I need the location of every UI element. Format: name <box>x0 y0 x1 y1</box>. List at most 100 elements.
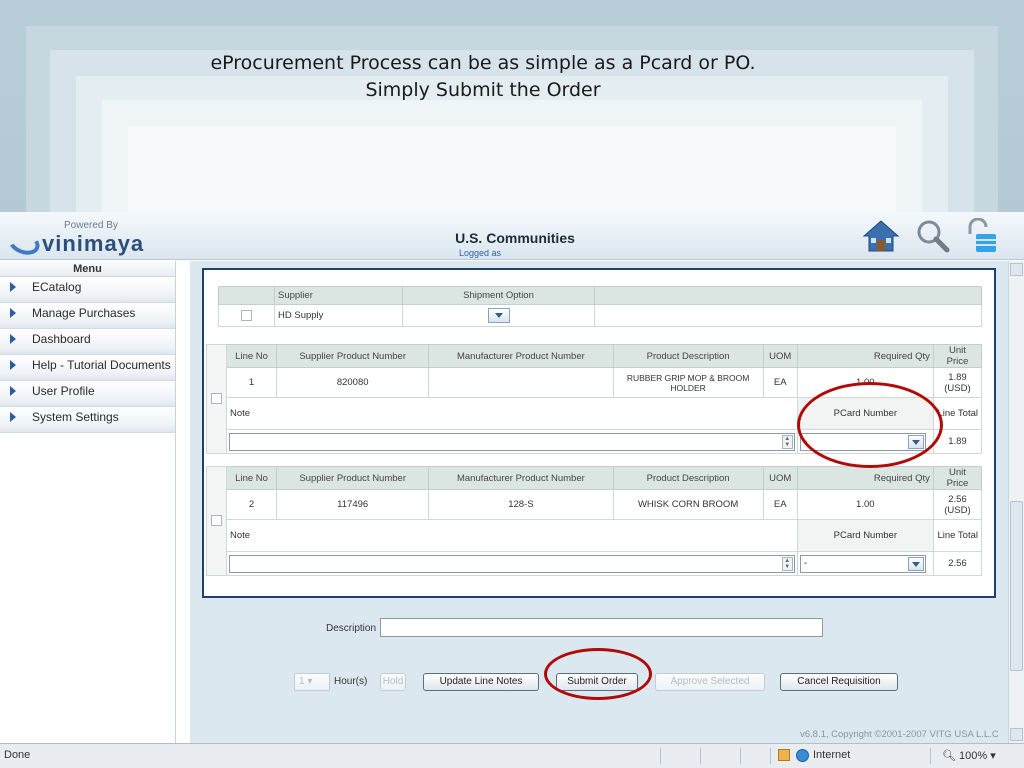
menu-item-help[interactable]: Help - Tutorial Documents <box>0 355 175 381</box>
supplier-header-blank <box>218 286 275 305</box>
logged-as-text: Logged as <box>458 248 502 258</box>
browser-window: Powered By vinimaya U.S. Communities Log… <box>0 212 1024 768</box>
unit-price-header: Unit Price <box>932 466 983 490</box>
annotation-circle-submit <box>544 648 652 700</box>
pcard-number-label: PCard Number <box>796 519 934 552</box>
update-line-notes-button[interactable]: Update Line Notes <box>423 673 539 691</box>
chevron-down-icon <box>907 556 924 571</box>
line-1-note-input[interactable]: ▲ ▼ <box>229 432 795 451</box>
required-qty: 1.00 <box>796 489 934 520</box>
line-checkbox-cell <box>205 344 228 454</box>
menu-item-user-profile[interactable]: User Profile <box>0 381 175 407</box>
app-header: Powered By vinimaya U.S. Communities Log… <box>0 212 1024 260</box>
logo-powered-by: Powered By <box>64 220 118 231</box>
hours-select[interactable]: 1 ▾ <box>294 673 330 691</box>
caption-line-1: eProcurement Process can be as simple as… <box>210 52 756 74</box>
description-header: Product Description <box>612 344 764 368</box>
menu-item-label: Dashboard <box>32 332 91 346</box>
uom-header: UOM <box>762 344 798 368</box>
unit-price: 2.56 (USD) <box>932 489 983 520</box>
required-qty-header: Required Qty <box>796 344 934 368</box>
menu-item-dashboard[interactable]: Dashboard <box>0 329 175 355</box>
line-no: 1 <box>226 367 278 398</box>
zoom-icon: 🔍︎ <box>942 750 956 762</box>
menu-item-label: System Settings <box>32 410 119 424</box>
menu-item-system-settings[interactable]: System Settings <box>0 407 175 433</box>
menu-item-manage-purchases[interactable]: Manage Purchases <box>0 303 175 329</box>
pcard-value: - <box>803 557 808 569</box>
manufacturer-pn-header: Manufacturer Product Number <box>428 466 614 490</box>
note-cell: ▲ ▼ <box>226 551 798 576</box>
arrow-right-icon <box>10 334 16 344</box>
line-checkbox-cell <box>205 466 228 576</box>
menu-item-label: Manage Purchases <box>32 306 136 320</box>
spinner-icon[interactable]: ▲ ▼ <box>781 556 793 571</box>
menu-item-ecatalog[interactable]: ECatalog <box>0 277 175 303</box>
annotation-circle-pcard <box>797 382 943 468</box>
left-menu: Menu ECatalog Manage Purchases Dashboard… <box>0 261 176 743</box>
cancel-requisition-button[interactable]: Cancel Requisition <box>780 673 898 691</box>
logo-wordmark: vinimaya <box>42 231 145 256</box>
line-2-checkbox[interactable] <box>211 515 222 527</box>
search-icon[interactable] <box>914 218 952 254</box>
status-divider <box>770 748 771 764</box>
supplier-header: Supplier <box>274 286 403 305</box>
zoom-control[interactable]: 🔍︎ 100% ▾ <box>942 749 996 762</box>
supplier-table: Supplier Shipment Option HD Supply <box>218 286 982 327</box>
note-label: Note <box>226 519 798 552</box>
supplier-product-number: 820080 <box>276 367 430 398</box>
status-divider <box>740 748 741 764</box>
supplier-name: HD Supply <box>274 304 403 327</box>
arrow-right-icon <box>10 412 16 422</box>
description-header: Product Description <box>612 466 764 490</box>
supplier-checkbox-cell <box>218 304 275 327</box>
status-divider <box>930 748 931 764</box>
hold-button[interactable]: Hold <box>380 673 406 691</box>
vinimaya-logo: Powered By vinimaya <box>5 218 156 259</box>
arrow-right-icon <box>10 360 16 370</box>
chevron-down-icon: ▾ <box>307 676 313 687</box>
lock-icon[interactable] <box>962 218 1000 254</box>
slide-caption: eProcurement Process can be as simple as… <box>0 50 966 104</box>
scrollbar-thumb[interactable] <box>1010 501 1023 671</box>
uom: EA <box>762 489 798 520</box>
line-total-label: Line Total <box>932 519 983 552</box>
scroll-up-icon[interactable] <box>1010 263 1023 276</box>
zone-label: Internet <box>813 749 851 761</box>
manufacturer-product-number: 128-S <box>428 489 614 520</box>
supplier-pn-header: Supplier Product Number <box>276 466 430 490</box>
line-1-checkbox[interactable] <box>211 393 222 405</box>
pcard-cell: - <box>796 551 934 576</box>
line-no-header: Line No <box>226 466 278 490</box>
approve-selected-button[interactable]: Approve Selected <box>655 673 765 691</box>
note-cell: ▲ ▼ <box>226 429 798 454</box>
description-input[interactable] <box>380 618 823 637</box>
shipment-option-cell <box>402 304 595 327</box>
vertical-scrollbar[interactable] <box>1008 261 1024 743</box>
line-2-note-input[interactable]: ▲ ▼ <box>229 554 795 573</box>
arrow-right-icon <box>10 308 16 318</box>
required-qty-header: Required Qty <box>796 466 934 490</box>
arrow-right-icon <box>10 282 16 292</box>
scroll-down-icon[interactable] <box>1010 728 1023 741</box>
home-icon[interactable] <box>862 218 900 254</box>
logo-swoosh-icon <box>5 227 43 259</box>
line-no: 2 <box>226 489 278 520</box>
manufacturer-product-number <box>428 367 614 398</box>
status-divider <box>700 748 701 764</box>
supplier-header-blank <box>594 286 982 305</box>
menu-item-label: Help - Tutorial Documents <box>32 358 171 372</box>
supplier-product-number: 117496 <box>276 489 430 520</box>
zoom-value: 100% <box>959 750 988 762</box>
status-text: Done <box>4 749 31 761</box>
supplier-checkbox[interactable] <box>241 309 252 321</box>
menu-title: Menu <box>0 261 175 277</box>
unit-price-header: Unit Price <box>932 344 983 368</box>
manufacturer-pn-header: Manufacturer Product Number <box>428 344 614 368</box>
supplier-empty-cell <box>594 304 982 327</box>
line-total: 2.56 <box>932 551 983 576</box>
spinner-icon[interactable]: ▲ ▼ <box>781 434 793 449</box>
line-2-pcard-select[interactable]: - <box>799 554 926 573</box>
shipment-option-dropdown[interactable] <box>487 308 510 323</box>
uom-header: UOM <box>762 466 798 490</box>
